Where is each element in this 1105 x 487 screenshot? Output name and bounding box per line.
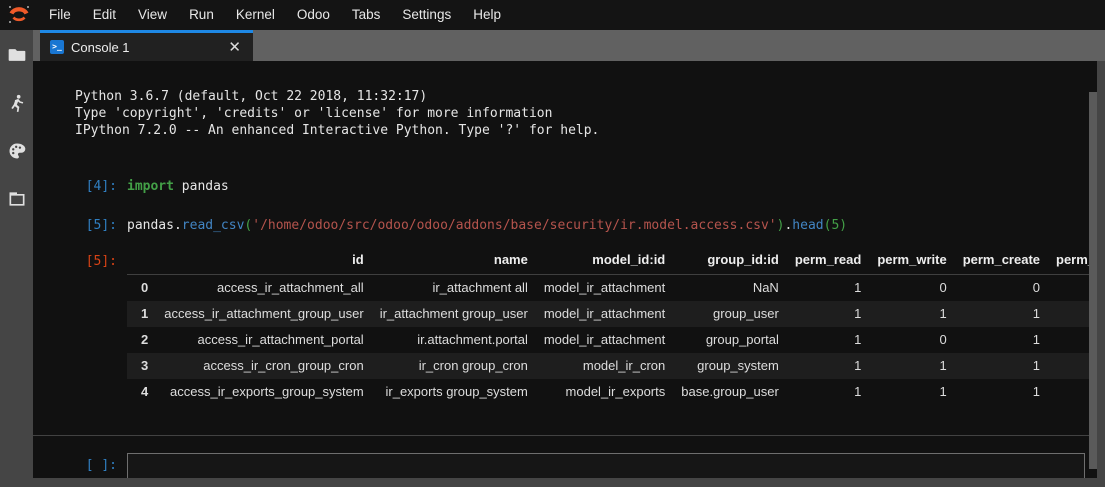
palette-icon[interactable] xyxy=(6,140,28,162)
table-cell: 1 xyxy=(869,353,954,379)
menu-edit[interactable]: Edit xyxy=(82,0,127,30)
tab-bar: >_ Console 1 ✕ xyxy=(33,30,1105,61)
column-header: perm_read xyxy=(787,248,869,275)
table-cell: 1 xyxy=(955,327,1048,353)
menu-run[interactable]: Run xyxy=(178,0,225,30)
menu-bar: FileEditViewRunKernelOdooTabsSettingsHel… xyxy=(0,0,1105,30)
column-header xyxy=(127,248,156,275)
table-cell: ir_exports group_system xyxy=(372,379,536,405)
main-dock-panel: >_ Console 1 ✕ Python 3.6.7 (default, Oc… xyxy=(33,30,1105,487)
table-cell: 1 xyxy=(869,301,954,327)
left-sidebar xyxy=(0,30,33,487)
code-cell-5: [5]: pandas.read_csv('/home/odoo/src/odo… xyxy=(33,217,1097,234)
table-cell: model_ir_attachment xyxy=(536,327,673,353)
input-prompt-4: [4]: xyxy=(33,178,127,195)
table-cell: model_ir_attachment xyxy=(536,275,673,301)
close-tab-icon[interactable]: ✕ xyxy=(224,40,245,55)
row-index: 2 xyxy=(127,327,156,353)
input-separator xyxy=(33,435,1097,436)
table-cell: model_ir_attachment xyxy=(536,301,673,327)
output-cell-5: [5]: idnamemodel_id:idgroup_id:idperm_re… xyxy=(33,248,1097,405)
table-cell: ir.attachment.portal xyxy=(372,327,536,353)
table-cell: 0 xyxy=(955,275,1048,301)
table-cell: access_ir_attachment_portal xyxy=(156,327,371,353)
menu-items: FileEditViewRunKernelOdooTabsSettingsHel… xyxy=(38,0,512,30)
tab-label: Console 1 xyxy=(71,40,130,55)
menu-kernel[interactable]: Kernel xyxy=(225,0,286,30)
table-cell: group_user xyxy=(673,301,787,327)
console-panel: Python 3.6.7 (default, Oct 22 2018, 11:3… xyxy=(33,61,1097,478)
table-cell: ir_attachment group_user xyxy=(372,301,536,327)
table-cell: access_ir_attachment_all xyxy=(156,275,371,301)
table-cell: 1 xyxy=(787,353,869,379)
table-row: 4access_ir_exports_group_systemir_export… xyxy=(127,379,1097,405)
table-row: 0access_ir_attachment_allir_attachment a… xyxy=(127,275,1097,301)
table-cell: access_ir_cron_group_cron xyxy=(156,353,371,379)
code-line-import-pandas: import pandas xyxy=(127,178,229,195)
kernel-banner: Python 3.6.7 (default, Oct 22 2018, 11:3… xyxy=(75,88,1097,139)
table-cell: 1 xyxy=(787,327,869,353)
odoo-logo-icon xyxy=(0,0,38,30)
menu-tabs[interactable]: Tabs xyxy=(341,0,392,30)
table-cell: 0 xyxy=(869,327,954,353)
table-cell: 1 xyxy=(955,379,1048,405)
console-icon: >_ xyxy=(50,40,64,54)
row-index: 4 xyxy=(127,379,156,405)
table-cell: 1 xyxy=(787,379,869,405)
table-cell: group_portal xyxy=(673,327,787,353)
table-cell: group_system xyxy=(673,353,787,379)
dataframe-table: idnamemodel_id:idgroup_id:idperm_readper… xyxy=(127,248,1097,405)
table-cell: 1 xyxy=(869,379,954,405)
column-header: id xyxy=(156,248,371,275)
menu-odoo[interactable]: Odoo xyxy=(286,0,341,30)
table-cell: 1 xyxy=(955,353,1048,379)
table-row: 2access_ir_attachment_portalir.attachmen… xyxy=(127,327,1097,353)
row-index: 3 xyxy=(127,353,156,379)
row-index: 0 xyxy=(127,275,156,301)
table-row: 1access_ir_attachment_group_userir_attac… xyxy=(127,301,1097,327)
table-cell: 1 xyxy=(787,301,869,327)
menu-settings[interactable]: Settings xyxy=(391,0,462,30)
table-cell: base.group_user xyxy=(673,379,787,405)
column-header: perm_create xyxy=(955,248,1048,275)
running-person-icon[interactable] xyxy=(6,92,28,114)
menu-file[interactable]: File xyxy=(38,0,82,30)
panel-right-border xyxy=(1089,92,1097,469)
console-code-input[interactable] xyxy=(127,453,1085,479)
code-line-read-csv: pandas.read_csv('/home/odoo/src/odoo/odo… xyxy=(127,217,847,234)
table-cell: access_ir_attachment_group_user xyxy=(156,301,371,327)
table-cell: NaN xyxy=(673,275,787,301)
output-prompt-5: [5]: xyxy=(33,248,127,270)
table-cell: 0 xyxy=(869,275,954,301)
table-cell: 1 xyxy=(787,275,869,301)
tab-console-1[interactable]: >_ Console 1 ✕ xyxy=(40,30,253,61)
code-cell-4: [4]: import pandas xyxy=(33,178,1097,195)
table-cell: model_ir_cron xyxy=(536,353,673,379)
menu-view[interactable]: View xyxy=(127,0,178,30)
input-prompt-5: [5]: xyxy=(33,217,127,234)
table-cell: model_ir_exports xyxy=(536,379,673,405)
column-header: model_id:id xyxy=(536,248,673,275)
empty-input-prompt: [ ]: xyxy=(33,453,127,478)
table-cell: access_ir_exports_group_system xyxy=(156,379,371,405)
table-cell: 1 xyxy=(955,301,1048,327)
table-cell: ir_cron group_cron xyxy=(372,353,536,379)
menu-help[interactable]: Help xyxy=(462,0,512,30)
column-header: group_id:id xyxy=(673,248,787,275)
folder-icon[interactable] xyxy=(6,44,28,66)
table-cell: ir_attachment all xyxy=(372,275,536,301)
row-index: 1 xyxy=(127,301,156,327)
open-tabs-icon[interactable] xyxy=(6,188,28,210)
dataframe-header: idnamemodel_id:idgroup_id:idperm_readper… xyxy=(127,248,1097,275)
column-header: perm_write xyxy=(869,248,954,275)
column-header: name xyxy=(372,248,536,275)
console-input-cell: [ ]: xyxy=(33,453,1097,479)
table-row: 3access_ir_cron_group_cronir_cron group_… xyxy=(127,353,1097,379)
